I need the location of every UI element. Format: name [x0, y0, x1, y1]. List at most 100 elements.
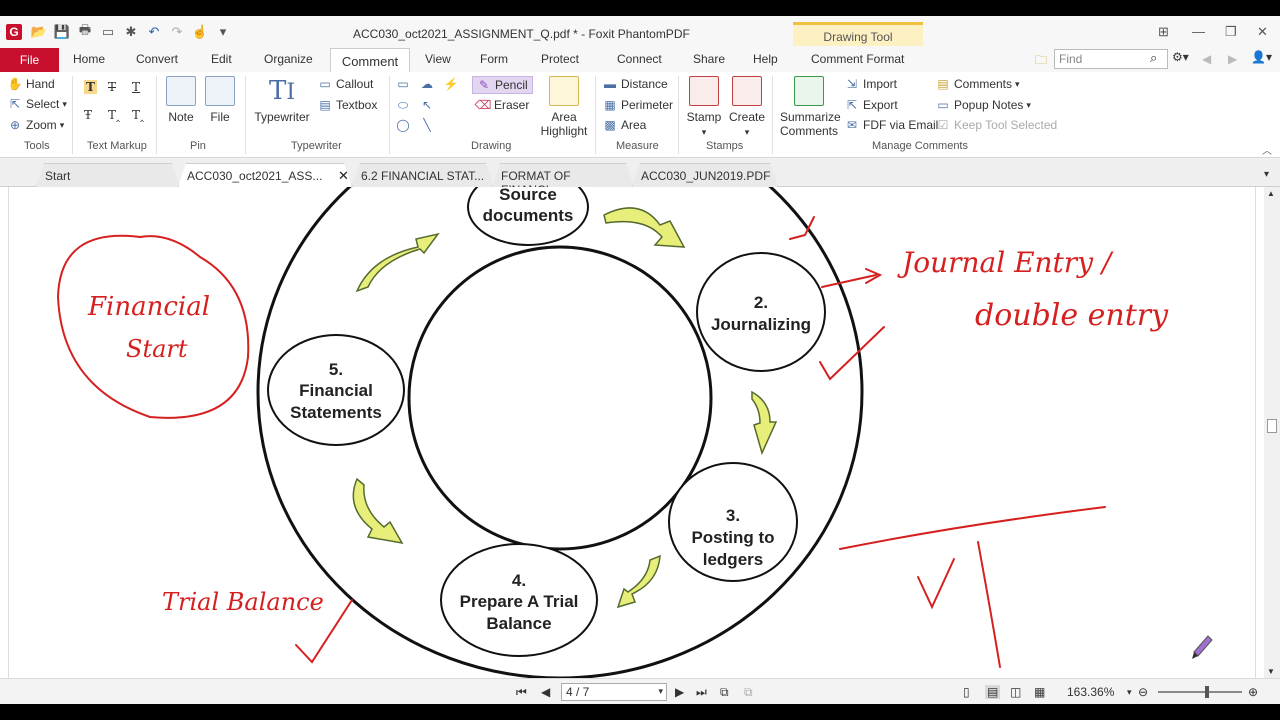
import-button[interactable]: ⇲ Import	[845, 77, 897, 91]
tab-protect[interactable]: Protect	[541, 52, 579, 66]
search-icon[interactable]: ⌕	[1150, 50, 1157, 66]
tab-view[interactable]: View	[425, 52, 451, 66]
cloud-tool[interactable]: ☁	[420, 77, 438, 91]
gear-icon[interactable]: ⚙▾	[1172, 50, 1189, 64]
continuous-page-icon[interactable]: ▤	[985, 685, 1001, 699]
hand-tool[interactable]: ✋ Hand	[8, 77, 55, 91]
export-button[interactable]: ⇱ Export	[845, 98, 898, 112]
tab-comment[interactable]: Comment	[330, 48, 410, 74]
circle-tool[interactable]: ◯	[396, 118, 414, 132]
previous-page-icon[interactable]: ◀	[541, 685, 550, 699]
doc-tab-format-of-financi[interactable]: FORMAT OF FINANCI...	[492, 163, 634, 187]
popup-notes-dropdown[interactable]: ▭ Popup Notes ▾	[936, 98, 1031, 112]
keep-tool-selected-checkbox[interactable]: ☑ Keep Tool Selected	[936, 118, 1058, 132]
doc-tab-start[interactable]: Start	[36, 163, 180, 187]
first-page-icon[interactable]: ⏮	[516, 685, 527, 700]
tab-help[interactable]: Help	[753, 52, 778, 66]
area-tool[interactable]: ▩ Area	[603, 118, 646, 132]
continuous-facing-icon[interactable]: ▦	[1034, 685, 1045, 699]
area-highlight-button[interactable]: Area Highlight	[538, 76, 590, 138]
scroll-up-icon[interactable]: ▲	[1267, 189, 1275, 198]
tab-comment-format[interactable]: Comment Format	[811, 52, 904, 66]
vertical-scrollbar[interactable]: ▲ ▼	[1264, 187, 1280, 678]
line-tool[interactable]: ╲	[420, 118, 438, 132]
distance-tool[interactable]: ▬ Distance	[603, 77, 668, 91]
open-folder-icon[interactable]: 📂	[31, 24, 47, 39]
scroll-thumb[interactable]	[1267, 419, 1277, 433]
lightning-icon: ⚡	[443, 77, 459, 91]
ribbon-display-icon[interactable]: ⊞	[1158, 24, 1169, 40]
page-number-input[interactable]: 4 / 7 ▾	[561, 683, 667, 701]
next-page-icon[interactable]: ▶	[675, 685, 684, 699]
previous-view-icon[interactable]: ⧉	[720, 685, 729, 700]
last-page-icon[interactable]: ⏭	[696, 685, 707, 700]
next-view-icon[interactable]: ⧉	[744, 685, 753, 700]
replace-text-button[interactable]: T‸	[132, 108, 144, 122]
doc-tab-financial-stat[interactable]: 6.2 FINANCIAL STAT...	[352, 163, 494, 187]
fdf-email-button[interactable]: ✉ FDF via Email	[845, 118, 938, 132]
eraser-tool[interactable]: ⌫ Eraser	[475, 98, 530, 112]
squiggly-button[interactable]: Ŧ	[84, 108, 92, 122]
create-stamp-button[interactable]: Create ▾	[728, 76, 766, 138]
folder-search-icon[interactable]: 🗀	[1035, 51, 1047, 72]
tab-organize[interactable]: Organize	[264, 52, 313, 66]
note-button[interactable]: Note	[165, 76, 197, 124]
oval-tool[interactable]: ⬭	[396, 98, 414, 112]
rectangle-tool[interactable]: ▭	[396, 77, 414, 91]
pencil-tool[interactable]: ✎ Pencil	[472, 76, 533, 94]
facing-page-icon[interactable]: ◫	[1010, 685, 1021, 699]
window-title: ACC030_oct2021_ASSIGNMENT_Q.pdf * - Foxi…	[353, 27, 690, 41]
new-doc-icon[interactable]: ✱	[124, 24, 138, 39]
zoom-tool[interactable]: ⊕ Zoom ▾	[8, 118, 64, 132]
comments-dropdown[interactable]: ▤ Comments ▾	[936, 77, 1019, 91]
doc-tab-acc030-jun2019[interactable]: ACC030_JUN2019.PDF	[632, 163, 778, 187]
hand-tool-icon[interactable]: ☝	[192, 24, 208, 39]
stamp-button[interactable]: Stamp ▾	[686, 76, 722, 138]
summarize-comments-button[interactable]: Summarize Comments	[780, 76, 841, 138]
tab-form[interactable]: Form	[480, 52, 508, 66]
arrow-tool[interactable]: ↖	[420, 98, 438, 112]
zoom-slider-thumb[interactable]	[1205, 686, 1209, 698]
tab-list-dropdown-icon[interactable]: ▾	[1264, 169, 1269, 180]
print-icon[interactable]: 🖶	[78, 22, 92, 39]
single-page-icon[interactable]: ▯	[963, 685, 970, 699]
back-icon[interactable]: ◀	[1202, 52, 1211, 66]
highlight-text-button[interactable]: T	[84, 80, 97, 94]
select-tool[interactable]: ⇱ Select ▾	[8, 97, 67, 111]
tab-edit[interactable]: Edit	[211, 52, 232, 66]
file-attach-button[interactable]: File	[204, 76, 236, 124]
typewriter-button[interactable]: TI Typewriter	[252, 76, 312, 124]
scan-icon[interactable]: ▭	[101, 24, 115, 39]
zoom-in-icon[interactable]: ⊕	[1248, 685, 1258, 699]
underline-button[interactable]: T	[132, 80, 140, 94]
chevron-down-icon[interactable]: ▾	[1127, 687, 1132, 698]
tab-convert[interactable]: Convert	[136, 52, 178, 66]
minimize-icon[interactable]: —	[1192, 24, 1205, 39]
close-icon[interactable]: ✕	[1257, 24, 1268, 40]
zoom-level[interactable]: 163.36%	[1067, 685, 1114, 699]
doc-tab-acc030-oct2021[interactable]: ACC030_oct2021_ASS...	[178, 163, 352, 187]
undo-icon[interactable]: ↶	[147, 24, 161, 39]
tab-connect[interactable]: Connect	[617, 52, 662, 66]
maximize-icon[interactable]: ❐	[1225, 24, 1237, 40]
user-icon[interactable]: 👤▾	[1251, 50, 1272, 64]
zoom-slider[interactable]	[1158, 691, 1242, 693]
redo-icon[interactable]: ↷	[170, 24, 184, 39]
perimeter-tool[interactable]: ▦ Perimeter	[603, 98, 673, 112]
scroll-down-icon[interactable]: ▼	[1267, 667, 1275, 676]
zoom-out-icon[interactable]: ⊖	[1138, 685, 1148, 699]
insert-text-button[interactable]: T‸	[108, 108, 120, 122]
strikeout-button[interactable]: T	[108, 80, 116, 94]
tab-share[interactable]: Share	[693, 52, 725, 66]
forward-icon[interactable]: ▶	[1228, 52, 1237, 66]
document-view[interactable]: Source documents 2. Journalizing 3. Post…	[0, 187, 1264, 678]
collapse-ribbon-icon[interactable]: ︿	[1262, 142, 1272, 157]
customize-dropdown-icon[interactable]: ▾	[216, 24, 230, 39]
close-tab-icon[interactable]: ✕	[338, 168, 349, 184]
textbox-button[interactable]: ▤ Textbox	[318, 98, 377, 112]
save-icon[interactable]: 💾	[54, 24, 70, 39]
polyline-tool[interactable]: ⚡	[444, 77, 462, 91]
tab-home[interactable]: Home	[73, 52, 105, 66]
tab-file[interactable]: File	[0, 48, 59, 72]
callout-button[interactable]: ▭ Callout	[318, 77, 373, 91]
